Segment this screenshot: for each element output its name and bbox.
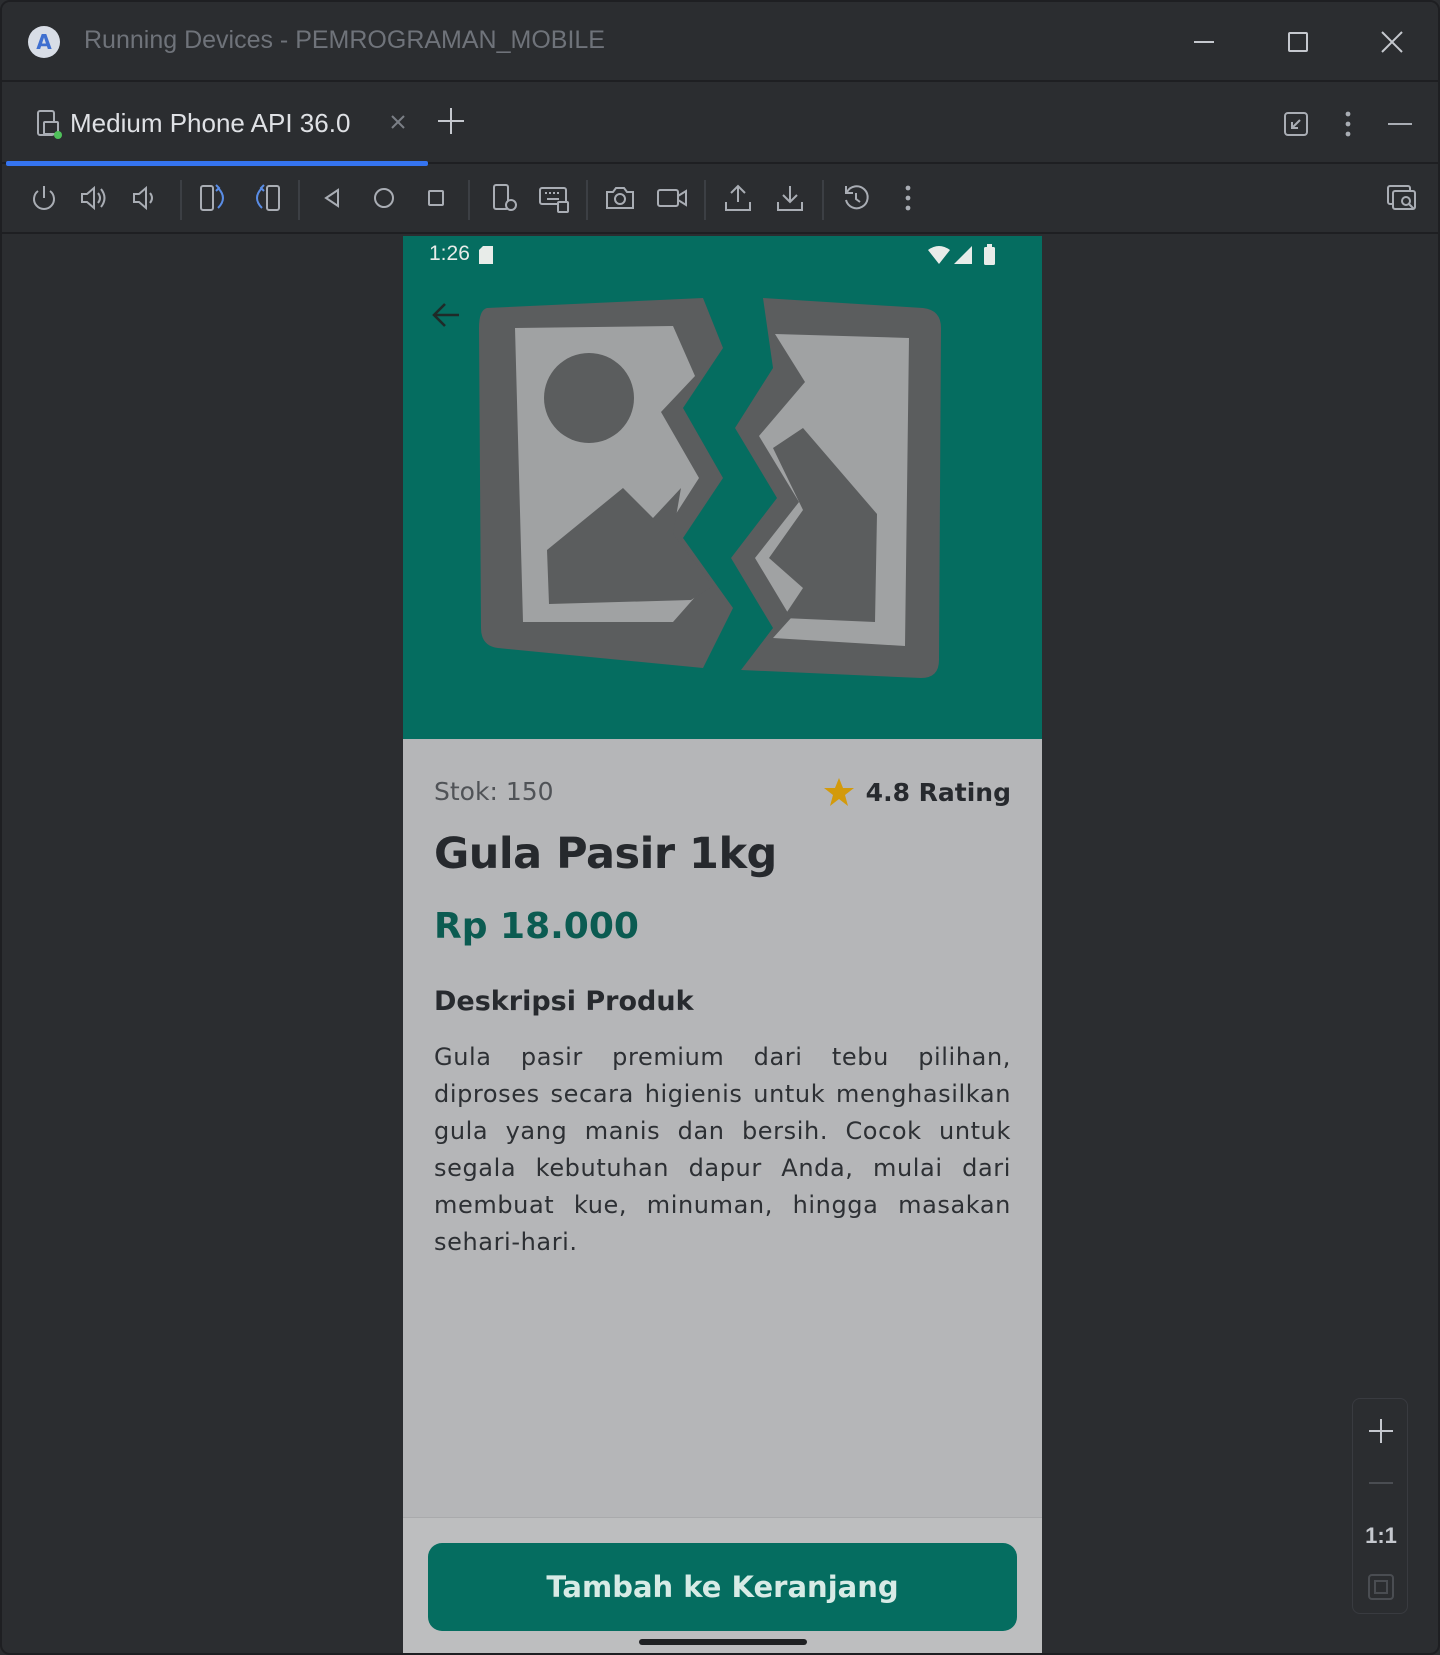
product-title: Gula Pasir 1kg <box>434 829 777 879</box>
collapse-view-icon[interactable] <box>1278 106 1314 142</box>
battery-icon <box>984 247 995 265</box>
screen-record-icon[interactable] <box>654 180 690 216</box>
minimize-button[interactable] <box>1184 22 1224 62</box>
device-icon <box>34 108 64 140</box>
tab-medium-phone[interactable]: Medium Phone API 36.0 <box>4 82 428 166</box>
description-text: Gula pasir premium dari tebu pilihan, di… <box>434 1043 1011 1256</box>
device-screen[interactable]: 1:26 Stok: 150 4.8 Rating Gula Pasir 1kg… <box>403 236 1042 1653</box>
title-bar: A Running Devices - PEMROGRAMAN_MOBILE <box>2 2 1438 82</box>
description-heading: Deskripsi Produk <box>434 986 694 1017</box>
status-bar: 1:26 <box>403 236 1042 276</box>
volume-up-icon[interactable] <box>76 180 112 216</box>
toolbar-separator <box>704 180 706 220</box>
hide-panel-icon[interactable] <box>1382 106 1418 142</box>
status-icons <box>928 244 1002 266</box>
product-image-area: 1:26 <box>403 236 1042 739</box>
toolbar-separator <box>822 180 824 220</box>
keyboard-icon[interactable] <box>536 180 572 216</box>
close-tab-icon[interactable] <box>384 108 412 136</box>
rating-text: 4.8 Rating <box>865 777 1011 807</box>
signal-icon <box>954 246 972 264</box>
back-icon[interactable] <box>314 180 350 216</box>
broken-image-icon <box>473 288 973 708</box>
emulator-window: A Running Devices - PEMROGRAMAN_MOBILE M… <box>0 0 1440 1655</box>
gesture-nav-bar[interactable] <box>639 1639 807 1645</box>
more-options-icon[interactable] <box>1330 106 1366 142</box>
star-icon <box>822 775 856 809</box>
close-window-button[interactable] <box>1372 22 1412 62</box>
window-title: Running Devices - PEMROGRAMAN_MOBILE <box>84 26 605 54</box>
screenshot-icon[interactable] <box>602 180 638 216</box>
wifi-icon <box>928 246 950 264</box>
reset-icon[interactable] <box>838 180 874 216</box>
overview-icon[interactable] <box>418 180 454 216</box>
bottom-action-bar: Tambah ke Keranjang <box>403 1517 1042 1653</box>
add-tab-icon[interactable] <box>434 104 468 138</box>
stock-label: Stok: 150 <box>434 777 554 806</box>
tab-label: Medium Phone API 36.0 <box>70 108 351 138</box>
add-to-cart-button[interactable]: Tambah ke Keranjang <box>428 1543 1017 1631</box>
toolbar-separator <box>298 180 300 220</box>
zoom-controls: 1:1 <box>1352 1398 1408 1614</box>
rotate-left-icon[interactable] <box>196 180 232 216</box>
sd-card-icon <box>479 246 493 264</box>
upload-icon[interactable] <box>720 180 756 216</box>
back-arrow-icon[interactable] <box>429 298 463 332</box>
device-tab-bar: Medium Phone API 36.0 <box>2 82 1438 166</box>
zoom-fit-icon[interactable] <box>1365 1571 1397 1603</box>
zoom-in-icon[interactable] <box>1363 1413 1399 1449</box>
download-icon[interactable] <box>772 180 808 216</box>
maximize-button[interactable] <box>1278 22 1318 62</box>
toolbar-separator <box>468 180 470 220</box>
status-time: 1:26 <box>429 242 470 265</box>
rotate-right-icon[interactable] <box>248 180 284 216</box>
power-icon[interactable] <box>26 180 62 216</box>
zoom-actual-size-button[interactable]: 1:1 <box>1353 1523 1409 1549</box>
inspect-icon[interactable] <box>1384 180 1420 216</box>
more-icon[interactable] <box>890 180 926 216</box>
volume-down-icon[interactable] <box>126 180 162 216</box>
zoom-out-icon[interactable] <box>1363 1465 1399 1501</box>
toolbar-separator <box>180 180 182 220</box>
device-settings-icon[interactable] <box>486 180 522 216</box>
rating: 4.8 Rating <box>822 775 1011 809</box>
device-toolbar <box>2 164 1438 234</box>
toolbar-separator <box>586 180 588 220</box>
product-price: Rp 18.000 <box>434 906 639 947</box>
home-icon[interactable] <box>366 180 402 216</box>
android-studio-icon: A <box>28 26 60 58</box>
